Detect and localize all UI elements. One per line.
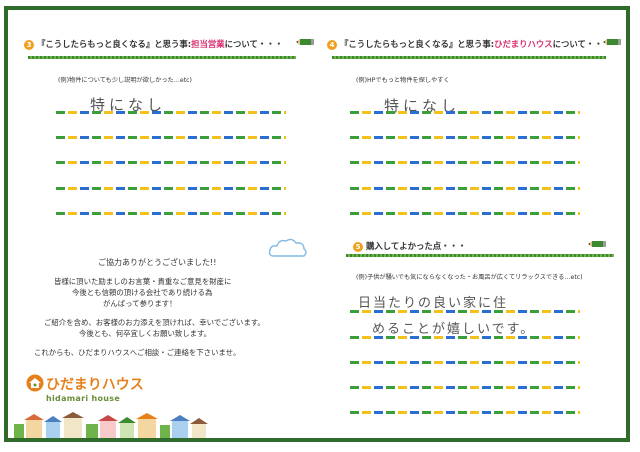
answer-line <box>350 336 580 339</box>
q4-hint: (例)HPでもっと物件を探しやすく <box>356 77 450 84</box>
answer-line <box>350 411 580 414</box>
answer-line <box>56 161 286 164</box>
company-logo: ひだまりハウス hidamari house <box>26 374 144 403</box>
answer-line <box>350 111 580 114</box>
thanks-line: ご紹介を含め、お客様のお力添えを頂ければ、幸いでございます。 <box>44 318 265 327</box>
q3-title-text: 『こうしたらもっと良くなる』と思う事: <box>37 39 192 49</box>
thanks-line: これからも、ひだまりハウスへご相談・ご連絡を下さいませ。 <box>34 348 241 357</box>
answer-line <box>56 136 286 139</box>
cloud-icon <box>268 238 307 257</box>
answer-line <box>350 386 580 389</box>
q5-title: 5 購入してよかった点・・・ <box>353 240 466 252</box>
q4-title: 4 『こうしたらもっと良くなる』と思う事:ひだまりハウスについて・・・ <box>327 38 611 50</box>
answer-line <box>350 187 580 190</box>
q5-answer-line2: めることが嬉しいです。 <box>372 322 536 337</box>
thanks-line: 皆様に頂いた励ましのお言葉・貴重なご意見を財産に <box>54 277 232 286</box>
q3-hint: (例)物件についても少し説明が欲しかった…etc) <box>58 77 192 84</box>
pencil-icon <box>296 39 314 45</box>
q4-title-highlight: ひだまりハウス <box>494 39 553 49</box>
houses-illustration <box>14 412 208 438</box>
thanks-line: 今後とも信頼の頂ける会社であり続ける為 <box>72 288 213 297</box>
answer-line <box>350 212 580 215</box>
q4-title-text: 『こうしたらもっと良くなる』と思う事: <box>340 39 495 49</box>
answer-line <box>56 187 286 190</box>
house-logo-icon <box>26 374 44 392</box>
answer-line <box>350 161 580 164</box>
pencil-icon <box>588 241 606 247</box>
thanks-line: 今後とも、何卒宜しくお願い致します。 <box>79 329 212 338</box>
q5-number: 5 <box>353 241 363 252</box>
answer-line <box>350 310 580 313</box>
grass-divider <box>28 56 296 59</box>
answer-line <box>350 136 580 139</box>
logo-subtitle: hidamari house <box>46 394 121 403</box>
answer-line <box>56 111 286 114</box>
logo-name: ひだまりハウス <box>46 377 144 393</box>
q3-number: 3 <box>24 39 34 50</box>
answer-line <box>350 361 580 364</box>
thanks-line: がんばって参ります！ <box>103 299 177 308</box>
q4-number: 4 <box>327 39 337 50</box>
answer-line <box>56 212 286 215</box>
grass-divider <box>346 254 614 257</box>
thanks-heading: ご協力ありがとうございました!! <box>98 258 217 267</box>
pencil-icon <box>603 39 621 45</box>
q3-title-suffix: について・・・ <box>224 39 283 49</box>
q5-answer-line1: 日当たりの良い家に住 <box>358 296 509 311</box>
q3-title: 3 『こうしたらもっと良くなる』と思う事:担当営業について・・・ <box>24 38 283 50</box>
q5-hint: (例)子供が騒いでも気にならなくなった・お風呂が広くてリラックスできる…etc) <box>356 274 583 281</box>
q5-title-text: 購入してよかった点・・・ <box>366 241 467 251</box>
q3-title-highlight: 担当営業 <box>191 39 225 49</box>
grass-divider <box>332 56 606 59</box>
